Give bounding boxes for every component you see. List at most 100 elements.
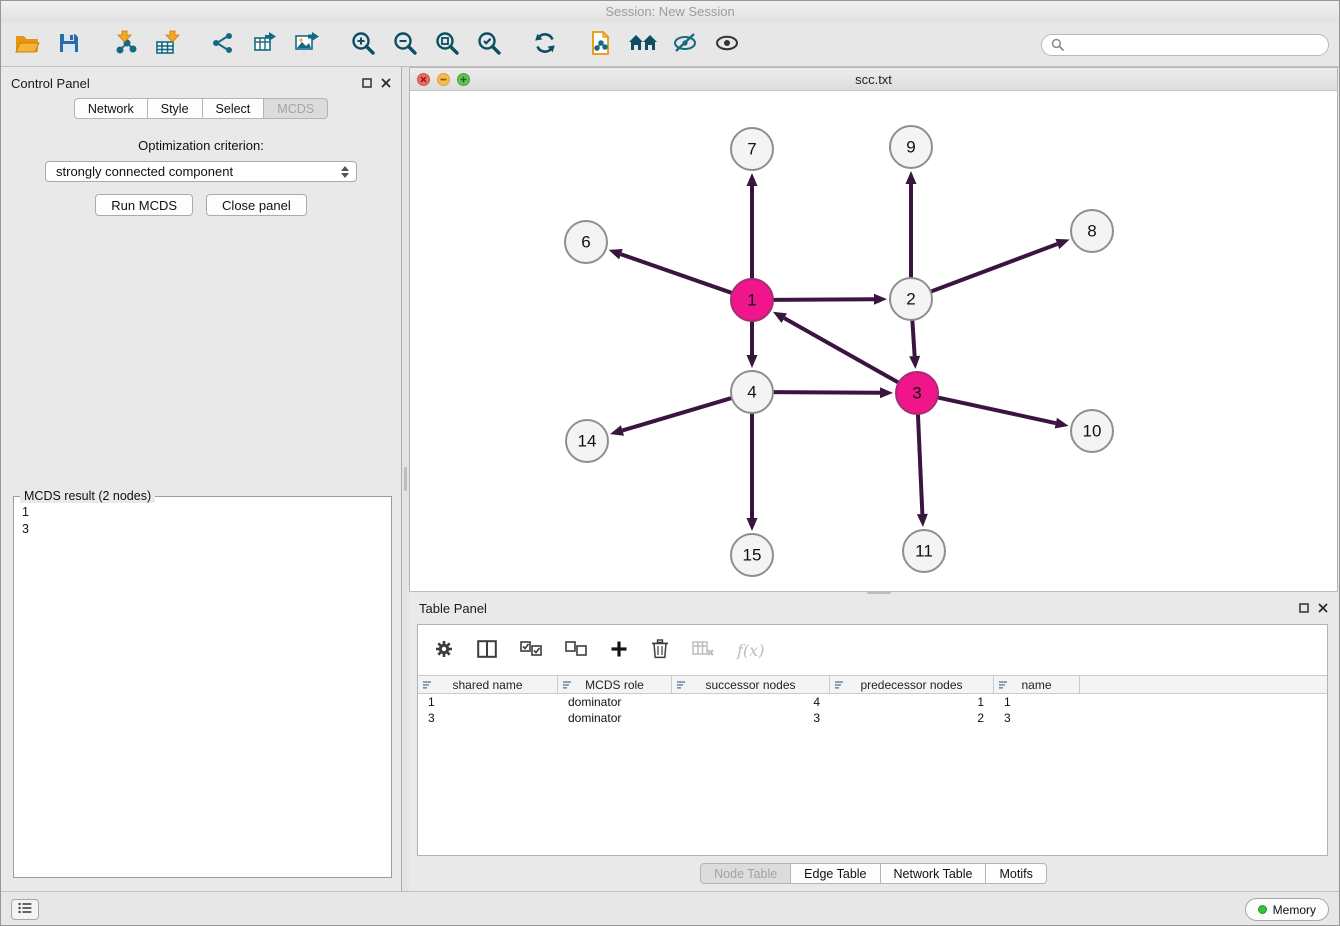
graph-node-4[interactable]: 4 [731,371,773,413]
search-input[interactable] [1069,37,1319,53]
graph-node-9[interactable]: 9 [890,126,932,168]
show-columns-button[interactable] [477,640,497,661]
gear-icon [434,639,454,662]
network-canvas[interactable]: 7 9 6 8 1 2 4 3 14 10 15 11 [410,91,1337,591]
horizontal-splitter-grip[interactable] [867,591,891,594]
graph-edge-3-10[interactable] [938,397,1069,428]
graph-edge-4-14[interactable] [610,398,732,436]
select-all-button[interactable] [520,641,542,660]
graph-node-11[interactable]: 11 [903,530,945,572]
export-image-button[interactable] [291,29,323,61]
main-toolbar [1,23,1339,67]
graphics-details-button[interactable] [711,29,743,61]
graph-node-label: 7 [747,140,756,159]
graph-node-7[interactable]: 7 [731,128,773,170]
minimize-window-button[interactable] [437,73,450,86]
close-panel-icon[interactable] [1318,603,1328,613]
zoom-selected-button[interactable] [473,29,505,61]
application-window: Session: New Session Control Panel [0,0,1340,926]
zoom-selected-icon [476,30,502,59]
vertical-splitter[interactable] [402,67,409,891]
graph-node-8[interactable]: 8 [1071,210,1113,252]
import-table-button[interactable] [151,29,183,61]
splitter-grip[interactable] [404,467,407,491]
graph-edge-1-6[interactable] [609,249,733,293]
show-panels-button[interactable] [627,29,659,61]
graph-node-3[interactable]: 3 [896,372,938,414]
zoom-out-button[interactable] [389,29,421,61]
mcds-result-title: MCDS result (2 nodes) [20,489,155,503]
float-panel-icon[interactable] [1299,603,1309,613]
table-cell: 3 [672,711,830,725]
function-builder-button[interactable]: f(x) [737,641,764,660]
status-bar: Memory [1,891,1339,926]
control-tab-select[interactable]: Select [202,98,265,119]
deselect-all-button[interactable] [565,641,587,660]
control-tab-style[interactable]: Style [147,98,203,119]
graph-edge-1-4[interactable] [747,321,758,368]
graph-edge-1-7[interactable] [747,173,758,279]
add-column-button[interactable] [610,640,628,661]
column-header-label: shared name [452,678,522,692]
trash-icon [651,639,669,662]
graph-edge-2-8[interactable] [931,239,1070,292]
task-history-button[interactable] [11,899,39,920]
export-table-button[interactable] [249,29,281,61]
tab-edge-table[interactable]: Edge Table [790,863,880,884]
refresh-view-button[interactable] [529,29,561,61]
close-panel-icon[interactable] [381,78,391,88]
table-panel: Table Panel f(x) shared name MCDS rolesuc… [409,591,1338,891]
graph-edge-3-1[interactable] [773,312,899,383]
graph-node-10[interactable]: 10 [1071,410,1113,452]
graph-node-14[interactable]: 14 [566,420,608,462]
zoom-fit-button[interactable] [431,29,463,61]
graph-edge-4-15[interactable] [747,413,758,531]
sort-icon [834,680,844,690]
graph-node-label: 3 [912,384,921,403]
tab-motifs[interactable]: Motifs [985,863,1046,884]
control-panel-title: Control Panel [11,76,90,91]
graph-edge-4-3[interactable] [773,387,893,398]
import-network-button[interactable] [109,29,141,61]
import-table-icon [154,30,180,59]
delete-table-button[interactable] [692,640,714,661]
memory-status-button[interactable]: Memory [1245,898,1329,921]
table-row[interactable]: 3dominator323 [418,710,1327,726]
table-panel-header: Table Panel [409,592,1338,618]
graph-edge-2-3[interactable] [909,320,920,369]
run-mcds-button[interactable]: Run MCDS [95,194,193,216]
optimization-criterion-select[interactable]: strongly connected component [45,161,357,182]
delete-column-button[interactable] [651,639,669,662]
graph-edge-2-9[interactable] [906,171,917,278]
float-panel-icon[interactable] [362,78,372,88]
column-header-shared-name[interactable]: shared name [418,676,558,693]
table-settings-button[interactable] [434,639,454,662]
column-header-label: predecessor nodes [860,678,962,692]
zoom-in-button[interactable] [347,29,379,61]
clipboard-network-button[interactable] [585,29,617,61]
table-cell: 1 [994,695,1080,709]
close-panel-button[interactable]: Close panel [206,194,307,216]
graph-node-6[interactable]: 6 [565,221,607,263]
maximize-window-button[interactable] [457,73,470,86]
graph-node-1[interactable]: 1 [731,279,773,321]
table-row[interactable]: 1dominator411 [418,694,1327,710]
export-network-button[interactable] [207,29,239,61]
graph-edge-3-11[interactable] [917,414,928,527]
graph-node-15[interactable]: 15 [731,534,773,576]
birdseye-toggle-button[interactable] [669,29,701,61]
tab-network-table[interactable]: Network Table [880,863,987,884]
control-tab-mcds[interactable]: MCDS [263,98,328,119]
control-tab-network[interactable]: Network [74,98,148,119]
column-header-predecessor-nodes[interactable]: predecessor nodes [830,676,994,693]
column-header-mcds-role[interactable]: MCDS role [558,676,672,693]
save-session-button[interactable] [53,29,85,61]
column-header-successor-nodes[interactable]: successor nodes [672,676,830,693]
graph-node-label: 15 [743,546,762,565]
column-header-name[interactable]: name [994,676,1080,693]
open-file-button[interactable] [11,29,43,61]
close-window-button[interactable] [417,73,430,86]
tab-node-table[interactable]: Node Table [700,863,791,884]
graph-edge-1-2[interactable] [773,294,887,305]
graph-node-2[interactable]: 2 [890,278,932,320]
